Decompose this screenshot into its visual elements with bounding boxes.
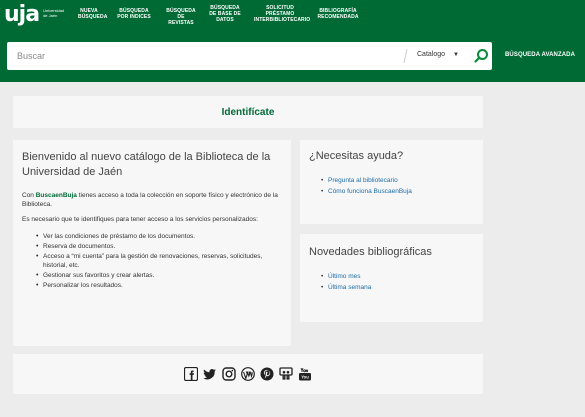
welcome-card: Bienvenido al nuevo catálogo de la Bibli… <box>13 140 291 346</box>
login-title[interactable]: Identifícate <box>222 107 275 118</box>
search-band: Catalogo ▼ BÚSQUEDA AVANZADA <box>0 30 585 82</box>
news-links: Último mes Última semana <box>309 272 474 292</box>
list-item: Acceso a “mi cuenta” para la gestión de … <box>36 252 282 270</box>
help-links: Pregunta al bibliotecario Cómo funciona … <box>309 176 474 196</box>
nav-busqueda-base-datos[interactable]: BÚSQUEDA DE BASE DE DATOS <box>204 5 246 23</box>
youtube-icon[interactable]: You <box>298 367 312 381</box>
help-title: ¿Necesitas ayuda? <box>309 150 404 162</box>
brand-name: BuscaenBuja <box>35 192 77 199</box>
top-navigation-bar: uja Universidad de Jaén NUEVA BÚSQUEDA B… <box>0 0 585 30</box>
welcome-note: Es necesario que te identifiques para te… <box>22 216 258 223</box>
login-card[interactable]: Identifícate <box>13 96 483 128</box>
list-item: Reserva de documentos. <box>36 242 282 251</box>
uja-logo[interactable]: uja Universidad de Jaén <box>0 0 70 30</box>
search-divider <box>403 49 408 63</box>
help-link-how-it-works[interactable]: Cómo funciona BuscaenBuja <box>321 187 474 196</box>
welcome-heading: Bienvenido al nuevo catálogo de la Bibli… <box>22 151 271 178</box>
search-icon[interactable] <box>472 47 490 65</box>
list-item: Gestionar sus favoritos y crear alertas. <box>36 271 282 280</box>
slideshare-icon[interactable] <box>279 367 293 381</box>
list-item: Personalizar los resultados. <box>36 281 282 290</box>
logo-mark: uja <box>4 2 40 27</box>
news-link-last-week[interactable]: Última semana <box>321 283 474 292</box>
news-card: Novedades bibliográficas Último mes Últi… <box>300 234 483 322</box>
scope-select-value: Catalogo <box>417 51 446 58</box>
wordpress-icon[interactable] <box>241 367 255 381</box>
help-card: ¿Necesitas ayuda? Pregunta al biblioteca… <box>300 140 483 224</box>
news-link-last-month[interactable]: Último mes <box>321 272 474 281</box>
search-input[interactable] <box>7 43 387 69</box>
nav-prestamo-interbibliotecario[interactable]: SOLICITUD PRÉSTAMO INTERBIBLIOTECARIO <box>250 5 310 23</box>
nav-nueva-busqueda[interactable]: NUEVA BÚSQUEDA <box>74 8 107 20</box>
advanced-search-link[interactable]: BÚSQUEDA AVANZADA <box>505 52 575 58</box>
nav-busqueda-revistas[interactable]: BÚSQUEDA DE REVISTAS <box>160 8 202 26</box>
list-item: Ver las condiciones de préstamo de los d… <box>36 232 282 241</box>
social-card: You <box>13 354 483 394</box>
nav-bibliografia-recomendada[interactable]: BIBLIOGRAFÍA RECOMENDADA <box>312 8 364 20</box>
twitter-icon[interactable] <box>203 367 217 381</box>
welcome-intro: Con BuscaenBuja tienes acceso a toda la … <box>22 191 282 209</box>
pinterest-icon[interactable] <box>260 367 274 381</box>
facebook-icon[interactable] <box>184 367 198 381</box>
instagram-icon[interactable] <box>222 367 236 381</box>
logo-subtitle: Universidad de Jaén <box>43 8 65 18</box>
nav-busqueda-indices[interactable]: BÚSQUEDA POR INDICES <box>112 8 156 20</box>
services-list: Ver las condiciones de préstamo de los d… <box>22 232 282 290</box>
caret-down-icon: ▼ <box>453 51 459 58</box>
svg-text:You: You <box>301 375 309 380</box>
news-title: Novedades bibliográficas <box>309 246 432 258</box>
help-link-ask-librarian[interactable]: Pregunta al bibliotecario <box>321 176 474 185</box>
intro-prefix: Con <box>22 192 36 199</box>
scope-select[interactable]: Catalogo ▼ <box>417 51 459 58</box>
search-box: Catalogo ▼ <box>7 42 492 70</box>
